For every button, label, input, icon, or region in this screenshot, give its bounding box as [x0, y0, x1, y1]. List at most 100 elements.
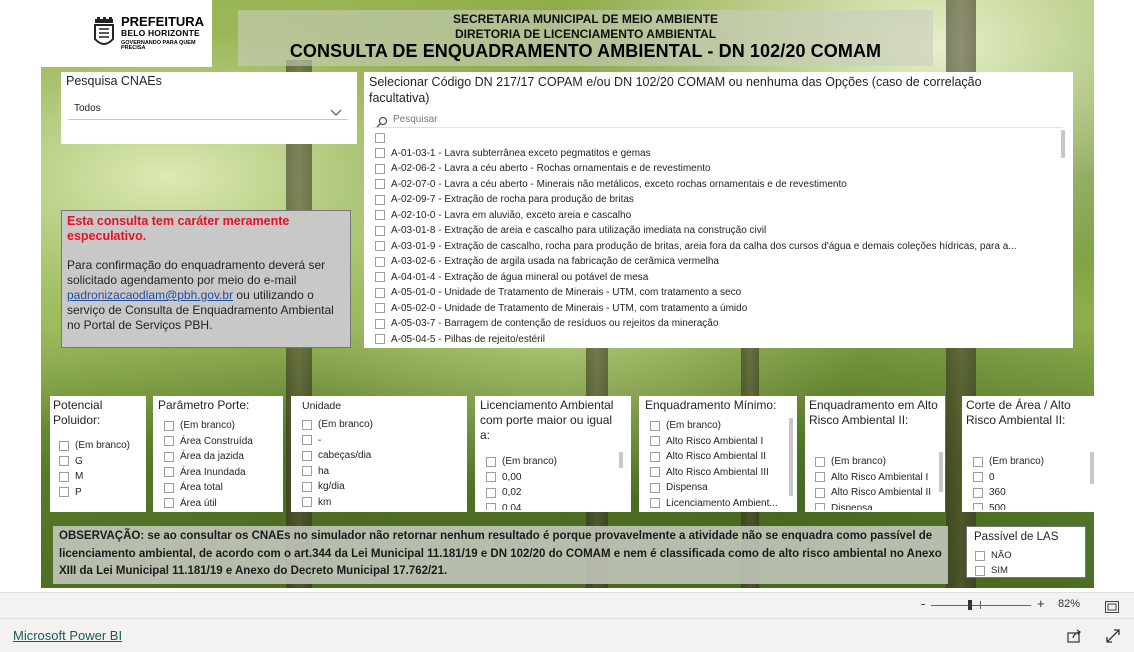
code-list-scrollbar[interactable]	[1061, 130, 1065, 158]
list-item[interactable]: M	[59, 469, 144, 485]
enq-alto-scrollbar[interactable]	[939, 452, 943, 492]
checkbox[interactable]	[815, 487, 825, 498]
checkbox[interactable]	[650, 451, 660, 462]
checkbox[interactable]	[59, 471, 69, 482]
list-item[interactable]: (Em branco)	[164, 418, 279, 434]
checkbox[interactable]	[375, 318, 385, 329]
list-item[interactable]: (Em branco)	[486, 454, 616, 470]
corte-scrollbar[interactable]	[1090, 452, 1094, 484]
cnae-dropdown[interactable]: Todos	[68, 98, 348, 120]
list-item[interactable]: 0,02	[486, 485, 616, 501]
list-item[interactable]: Alto Risco Ambiental II	[650, 449, 788, 465]
checkbox[interactable]	[375, 225, 385, 236]
checkbox[interactable]	[164, 436, 174, 447]
checkbox[interactable]	[486, 456, 496, 467]
checkbox[interactable]	[650, 420, 660, 431]
checkbox[interactable]	[650, 498, 660, 509]
list-item[interactable]: SIM	[975, 563, 1075, 578]
checkbox[interactable]	[59, 456, 69, 467]
list-item[interactable]: Licenciamento Ambient...	[650, 496, 788, 511]
checkbox[interactable]	[486, 487, 496, 498]
checkbox[interactable]	[302, 497, 312, 508]
checkbox[interactable]	[375, 163, 385, 174]
code-search-box[interactable]: Pesquisar	[373, 113, 1063, 128]
list-item[interactable]: A-03-01-8 - Extração de areia e cascalho…	[375, 223, 1065, 239]
checkbox[interactable]	[486, 503, 496, 510]
checkbox[interactable]	[375, 210, 385, 221]
list-item[interactable]	[375, 130, 1065, 146]
list-item[interactable]: A-02-07-0 - Lavra a céu aberto - Minerai…	[375, 177, 1065, 193]
list-item[interactable]: (Em branco)	[59, 438, 144, 454]
zoom-out-button[interactable]: -	[921, 596, 925, 611]
list-item[interactable]: A-01-03-1 - Lavra subterrânea exceto peg…	[375, 146, 1065, 162]
list-item[interactable]: A-03-01-9 - Extração de cascalho, rocha …	[375, 239, 1065, 255]
list-item[interactable]: (Em branco)	[302, 417, 462, 433]
checkbox[interactable]	[375, 194, 385, 205]
list-item[interactable]: 500	[973, 501, 1083, 510]
list-item[interactable]: Dispensa	[650, 480, 788, 496]
list-item[interactable]: A-05-04-5 - Pilhas de rejeito/estéril	[375, 332, 1065, 344]
checkbox[interactable]	[59, 440, 69, 451]
checkbox[interactable]	[164, 482, 174, 493]
checkbox[interactable]	[302, 450, 312, 461]
checkbox[interactable]	[815, 472, 825, 483]
checkbox[interactable]	[164, 451, 174, 462]
list-item[interactable]: Área Inundada	[164, 465, 279, 481]
list-item[interactable]: 0	[973, 470, 1083, 486]
checkbox[interactable]	[375, 256, 385, 267]
checkbox[interactable]	[375, 303, 385, 314]
list-item[interactable]: A-03-02-6 - Extração de argila usada na …	[375, 254, 1065, 270]
list-item[interactable]: km	[302, 495, 462, 511]
checkbox[interactable]	[164, 420, 174, 431]
checkbox[interactable]	[815, 456, 825, 467]
enq-minimo-scrollbar[interactable]	[789, 418, 793, 496]
list-item[interactable]: A-05-02-0 - Unidade de Tratamento de Min…	[375, 301, 1065, 317]
list-item[interactable]: A-05-03-7 - Barragem de contenção de res…	[375, 316, 1065, 332]
checkbox[interactable]	[375, 179, 385, 190]
list-item[interactable]: Área útil	[164, 496, 279, 512]
list-item[interactable]: A-04-01-4 - Extração de água mineral ou …	[375, 270, 1065, 286]
checkbox[interactable]	[302, 481, 312, 492]
checkbox[interactable]	[375, 132, 385, 143]
licenciamento-scrollbar[interactable]	[619, 452, 623, 468]
list-item[interactable]: NÃO	[975, 548, 1075, 563]
list-item[interactable]: Alto Risco Ambiental III	[650, 465, 788, 481]
list-item[interactable]: Alto Risco Ambiental I	[650, 434, 788, 450]
checkbox[interactable]	[650, 482, 660, 493]
fullscreen-icon[interactable]	[1106, 628, 1120, 647]
checkbox[interactable]	[973, 487, 983, 498]
list-item[interactable]: cabeças/dia	[302, 448, 462, 464]
checkbox[interactable]	[375, 272, 385, 283]
checkbox[interactable]	[973, 456, 983, 467]
list-item[interactable]: ha	[302, 464, 462, 480]
checkbox[interactable]	[302, 419, 312, 430]
checkbox[interactable]	[302, 435, 312, 446]
checkbox[interactable]	[975, 550, 985, 561]
list-item[interactable]: Dispensa	[815, 501, 940, 510]
list-item[interactable]: A-02-06-2 - Lavra a céu aberto - Rochas …	[375, 161, 1065, 177]
checkbox[interactable]	[375, 334, 385, 344]
checkbox[interactable]	[59, 487, 69, 498]
list-item[interactable]: A-05-01-0 - Unidade de Tratamento de Min…	[375, 285, 1065, 301]
checkbox[interactable]	[375, 241, 385, 252]
list-item[interactable]: kg/dia	[302, 479, 462, 495]
list-item[interactable]: A-02-10-0 - Lavra em aluvião, exceto are…	[375, 208, 1065, 224]
checkbox[interactable]	[815, 503, 825, 510]
checkbox[interactable]	[164, 498, 174, 509]
checkbox[interactable]	[975, 565, 985, 576]
list-item[interactable]: (Em branco)	[815, 454, 940, 470]
checkbox[interactable]	[650, 436, 660, 447]
list-item[interactable]: (Em branco)	[973, 454, 1083, 470]
checkbox[interactable]	[650, 467, 660, 478]
list-item[interactable]: Área da jazida	[164, 449, 279, 465]
checkbox[interactable]	[973, 503, 983, 510]
share-icon[interactable]	[1067, 628, 1082, 647]
list-item[interactable]: G	[59, 454, 144, 470]
checkbox[interactable]	[375, 148, 385, 159]
checkbox[interactable]	[486, 472, 496, 483]
list-item[interactable]: Alto Risco Ambiental II	[815, 485, 940, 501]
list-item[interactable]: A-02-09-7 - Extração de rocha para produ…	[375, 192, 1065, 208]
checkbox[interactable]	[164, 467, 174, 478]
list-item[interactable]: P	[59, 485, 144, 501]
zoom-slider-track[interactable]	[931, 605, 1031, 606]
